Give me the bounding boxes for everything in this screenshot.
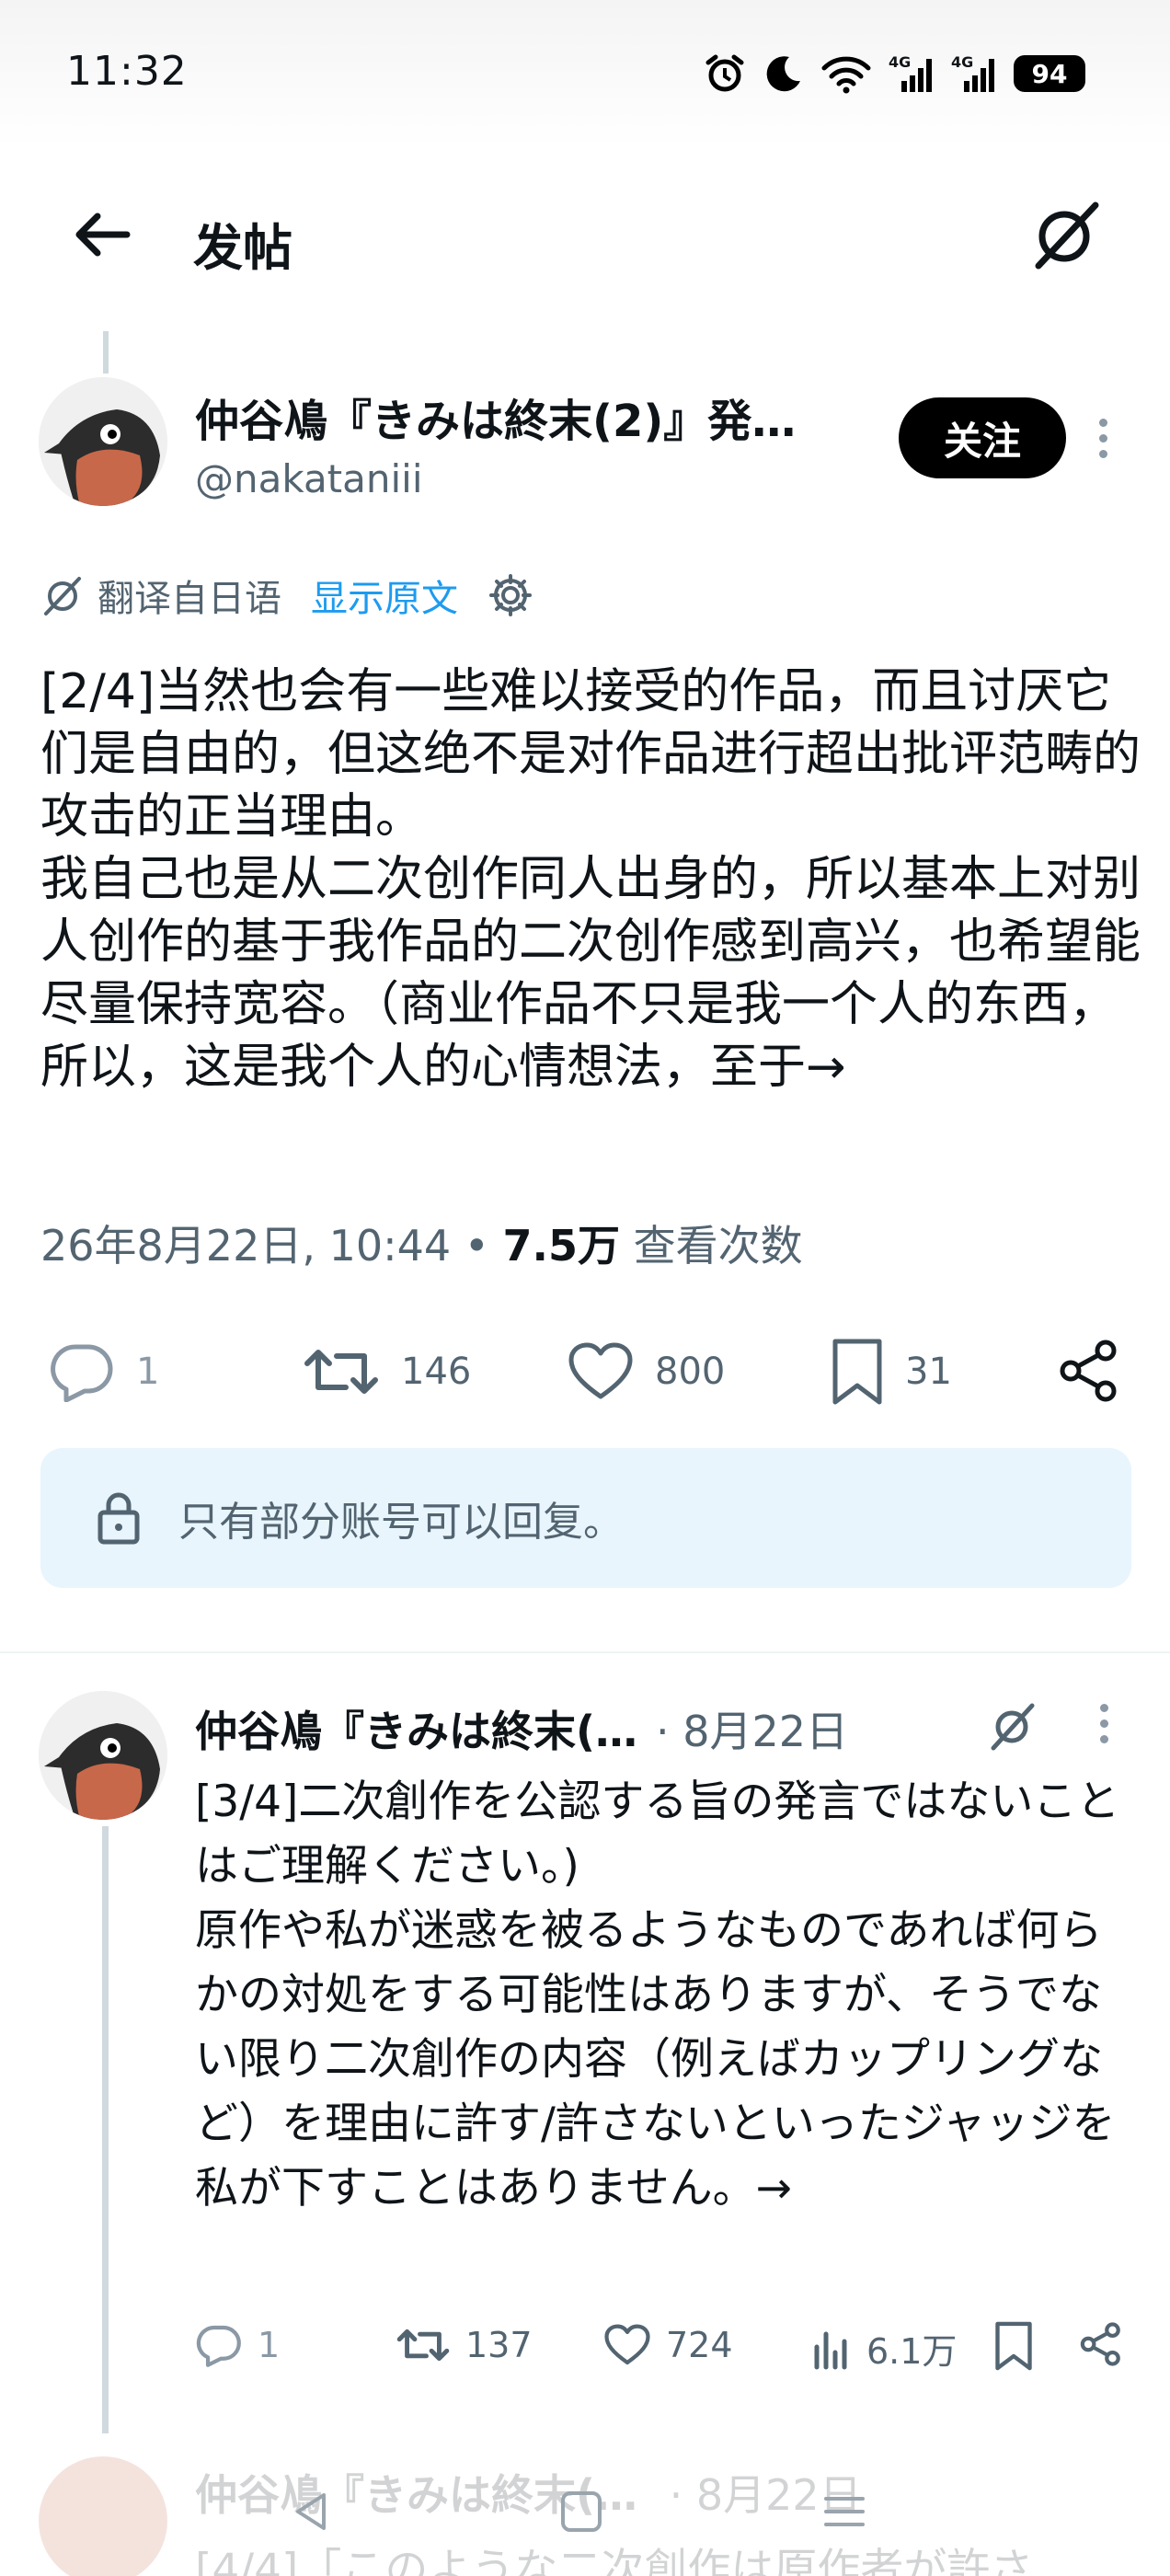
retweet-count: 146 bbox=[401, 1351, 472, 1393]
cellular-signal-icon-2: 4G bbox=[951, 53, 997, 94]
reply-view-count: 6.1万 bbox=[866, 2331, 958, 2372]
views-chart-icon bbox=[814, 2331, 847, 2369]
nav-back-icon[interactable] bbox=[287, 2488, 335, 2536]
nav-menu-icon[interactable] bbox=[820, 2488, 868, 2536]
reply-more-options-button[interactable] bbox=[1100, 1704, 1108, 1743]
like-count: 800 bbox=[655, 1351, 726, 1393]
status-bar: 11:32 4G 4G 94 bbox=[0, 0, 1170, 147]
reply-retweet-count: 137 bbox=[465, 2325, 533, 2365]
cellular-signal-icon: 4G bbox=[889, 53, 935, 94]
translation-bar: 翻译自日语 显示原文 bbox=[40, 569, 533, 622]
like-button[interactable]: 800 bbox=[567, 1341, 725, 1402]
reply-bookmark-button[interactable] bbox=[993, 2321, 1034, 2371]
reply-views-button[interactable]: 6.1万 bbox=[811, 2323, 957, 2374]
reply-reply-count: 1 bbox=[258, 2325, 281, 2365]
views-label: 查看次数 bbox=[633, 1221, 803, 1271]
view-count: 7.5万 bbox=[502, 1221, 621, 1271]
divider bbox=[0, 1651, 1170, 1653]
alarm-icon bbox=[703, 52, 747, 96]
nav-home-icon[interactable] bbox=[557, 2488, 605, 2536]
moon-icon bbox=[763, 53, 804, 94]
thread-connector-top bbox=[103, 331, 109, 374]
tweet-meta: 26年8月22日, 10:44 • 7.5万 查看次数 bbox=[40, 1213, 803, 1273]
grok-icon bbox=[1035, 201, 1099, 270]
author-handle[interactable]: @nakataniii bbox=[195, 456, 423, 501]
heart-icon bbox=[604, 2324, 650, 2365]
share-icon bbox=[1060, 1340, 1117, 1402]
bookmark-icon bbox=[995, 2321, 1032, 2371]
page-title: 发帖 bbox=[193, 219, 292, 277]
reply-icon bbox=[196, 2325, 241, 2367]
bird-avatar-image bbox=[39, 377, 167, 506]
more-options-button[interactable] bbox=[1099, 419, 1107, 458]
status-icons: 4G 4G 94 bbox=[703, 52, 1085, 96]
share-button[interactable] bbox=[1056, 1338, 1122, 1404]
reply-restriction-text: 只有部分账号可以回复。 bbox=[178, 1499, 624, 1546]
reply-button[interactable]: 1 bbox=[48, 1341, 159, 1402]
reply-text: [3/4]二次創作を公認する旨の発言ではないことはご理解ください。) 原作や私が… bbox=[195, 1777, 1120, 2214]
reply-like-count: 724 bbox=[666, 2325, 733, 2365]
author-name[interactable]: 仲谷鳰『きみは終末(2)』発… bbox=[195, 385, 796, 449]
back-arrow-icon bbox=[75, 213, 131, 257]
reply-header: 仲谷鳰『きみは終末(… · 8月22日 bbox=[195, 1698, 848, 1759]
wifi-icon bbox=[820, 53, 872, 94]
status-time: 11:32 bbox=[66, 48, 188, 95]
avatar[interactable] bbox=[39, 377, 167, 506]
meta-separator: • bbox=[464, 1221, 489, 1271]
system-navigation-bar bbox=[0, 2466, 1170, 2576]
translated-from-label: 翻译自日语 bbox=[98, 578, 281, 620]
reply-icon bbox=[51, 1344, 113, 1402]
reply-retweet-button[interactable]: 137 bbox=[396, 2323, 533, 2367]
reply-restriction-notice: 只有部分账号可以回复。 bbox=[40, 1448, 1131, 1588]
translate-icon bbox=[40, 573, 85, 617]
retweet-button[interactable]: 146 bbox=[302, 1341, 471, 1402]
lock-icon bbox=[96, 1490, 142, 1546]
follow-button[interactable]: 关注 bbox=[899, 397, 1066, 478]
back-button[interactable] bbox=[66, 198, 140, 271]
reply-reply-button[interactable]: 1 bbox=[195, 2323, 280, 2367]
tweet-timestamp[interactable]: 26年8月22日, 10:44 bbox=[40, 1221, 451, 1271]
app-header: 发帖 bbox=[0, 161, 1170, 308]
reply-count: 1 bbox=[136, 1351, 160, 1393]
grok-button[interactable] bbox=[1026, 196, 1103, 273]
translation-settings-icon[interactable] bbox=[488, 572, 533, 618]
reply-action-bar: 1 137 724 6.1万 bbox=[0, 2314, 1170, 2387]
bookmark-button[interactable]: 31 bbox=[830, 1338, 952, 1406]
retweet-icon bbox=[396, 2329, 450, 2362]
battery-indicator: 94 bbox=[1014, 55, 1085, 92]
heart-icon bbox=[568, 1342, 633, 1399]
reply-grok-icon[interactable] bbox=[986, 1700, 1038, 1752]
reply-date[interactable]: · 8月22日 bbox=[656, 1698, 848, 1759]
bird-avatar-image bbox=[39, 1691, 167, 1820]
reply-like-button[interactable]: 724 bbox=[603, 2323, 733, 2367]
reply-author-name[interactable]: 仲谷鳰『きみは終末(… bbox=[195, 1698, 637, 1759]
show-original-link[interactable]: 显示原文 bbox=[311, 569, 458, 622]
share-icon bbox=[1080, 2322, 1120, 2366]
tweet-action-bar: 1 146 800 31 bbox=[0, 1325, 1170, 1417]
bookmark-icon bbox=[832, 1339, 882, 1405]
retweet-icon bbox=[304, 1350, 378, 1394]
tweet-text: [2/4]当然也会有一些难以接受的作品，而且讨厌它们是自由的，但这绝不是对作品进… bbox=[40, 664, 1141, 1095]
reply-share-button[interactable] bbox=[1078, 2321, 1124, 2367]
reply-avatar[interactable] bbox=[39, 1691, 167, 1820]
bookmark-count: 31 bbox=[905, 1351, 952, 1393]
